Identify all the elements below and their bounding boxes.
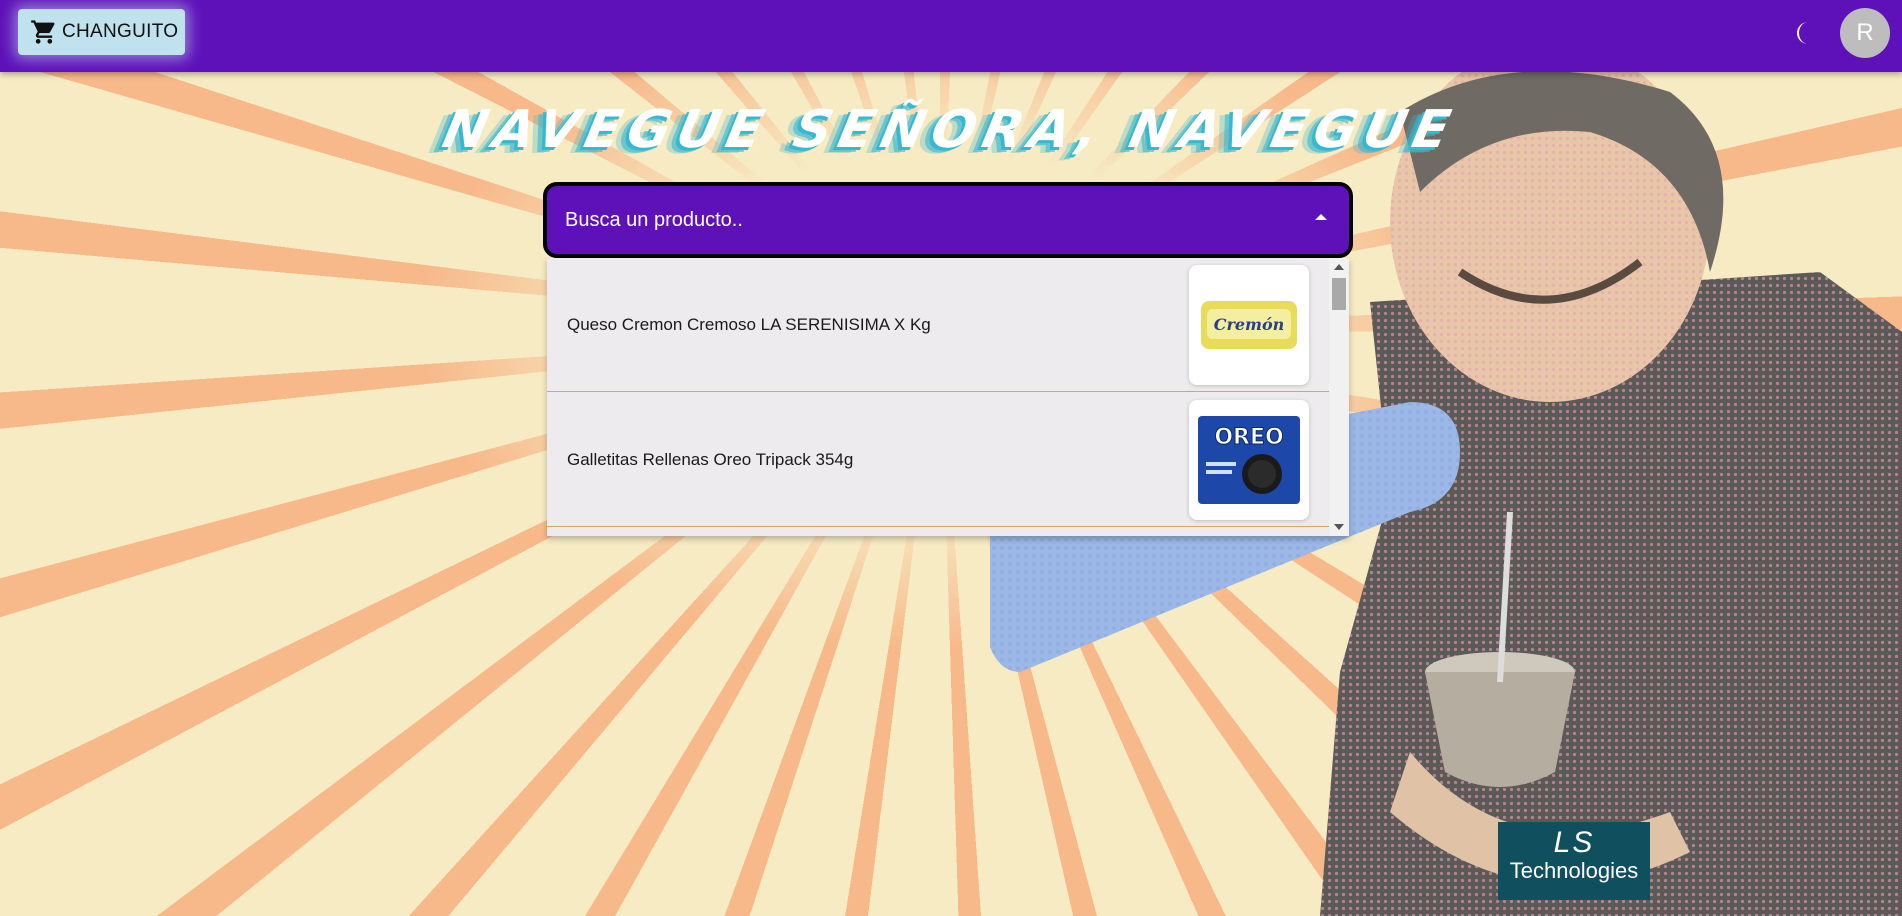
search-results-listbox: Queso Cremon Cremoso LA SERENISIMA X Kg … bbox=[547, 258, 1349, 536]
results-scrollbar[interactable] bbox=[1329, 258, 1349, 536]
collapse-caret-icon[interactable] bbox=[1315, 214, 1327, 220]
logo-text: Technologies bbox=[1509, 858, 1639, 883]
dark-mode-toggle[interactable] bbox=[1790, 18, 1820, 48]
cart-label: CHANGUITO bbox=[62, 21, 179, 42]
scroll-up-arrow-icon[interactable] bbox=[1334, 264, 1344, 270]
product-search bbox=[543, 182, 1353, 258]
oreo-package-image: OREO bbox=[1198, 415, 1300, 504]
result-option[interactable]: Galletitas Rellenas Oreo Tripack 354g OR… bbox=[547, 393, 1329, 527]
moon-icon bbox=[1797, 22, 1808, 44]
result-label: Queso Cremon Cremoso LA SERENISIMA X Kg bbox=[567, 314, 931, 334]
scrollbar-thumb[interactable] bbox=[1332, 278, 1346, 310]
user-avatar[interactable]: R bbox=[1840, 8, 1890, 58]
result-label: Galletitas Rellenas Oreo Tripack 354g bbox=[567, 449, 854, 469]
ls-technologies-logo: LS Technologies bbox=[1498, 822, 1650, 900]
page-heading: NAVEGUE SEÑORA, NAVEGUE bbox=[437, 100, 1463, 160]
app-bar: CHANGUITO R bbox=[0, 0, 1902, 72]
scroll-down-arrow-icon[interactable] bbox=[1334, 524, 1344, 530]
logo-mark: LS bbox=[1553, 826, 1595, 859]
product-thumbnail: OREO bbox=[1189, 399, 1309, 520]
result-option[interactable]: Queso Cremon Cremoso LA SERENISIMA X Kg … bbox=[547, 258, 1329, 392]
shopping-cart-icon bbox=[31, 20, 55, 44]
svg-text:OREO: OREO bbox=[1214, 425, 1283, 450]
search-input[interactable] bbox=[565, 200, 1265, 240]
avatar-initial: R bbox=[1856, 19, 1874, 46]
cremon-package-image: Cremón bbox=[1201, 300, 1297, 349]
svg-text:Cremón: Cremón bbox=[1214, 315, 1285, 334]
product-thumbnail: Cremón bbox=[1189, 264, 1309, 385]
cart-button[interactable]: CHANGUITO bbox=[18, 9, 185, 55]
